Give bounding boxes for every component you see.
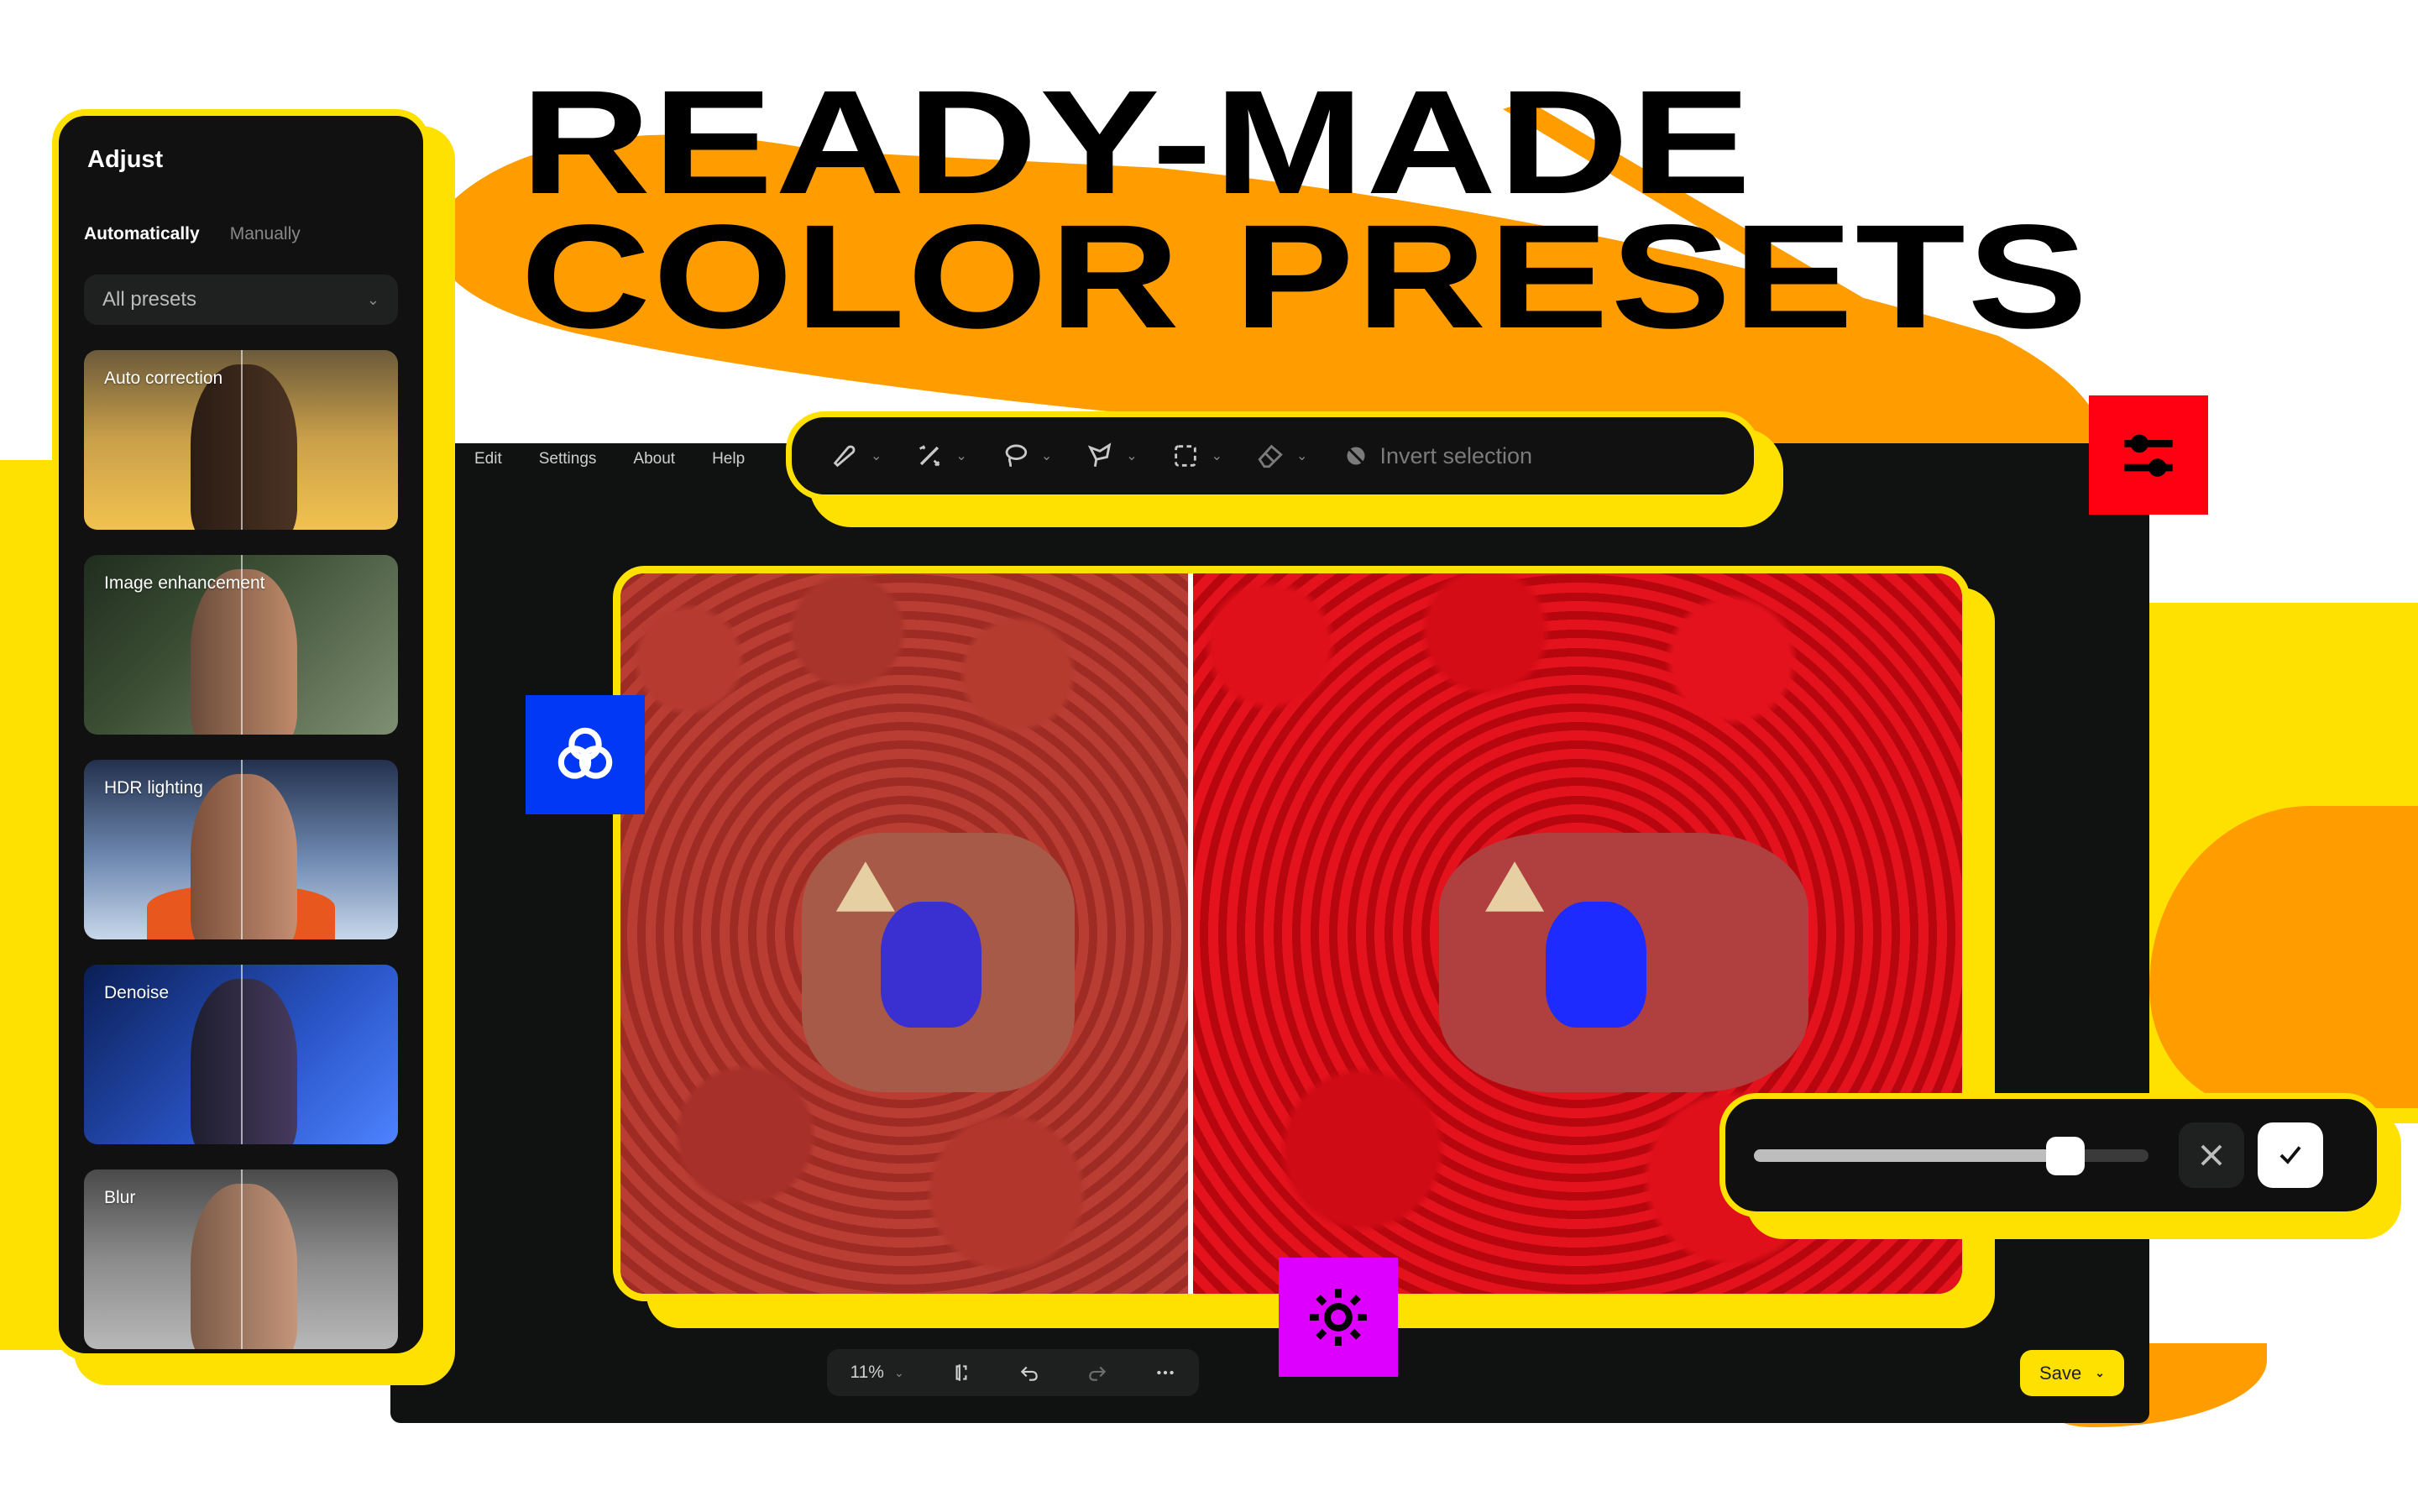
preset-label: Auto correction — [104, 369, 223, 388]
selection-toolbar: ⌄ ⌄ ⌄ ⌄ ⌄ ⌄ Invert selection — [786, 411, 1760, 500]
preset-card-auto-correction[interactable]: Auto correction — [84, 350, 398, 530]
headline-line-2: COLOR PRESETS — [521, 195, 2091, 359]
tab-automatically[interactable]: Automatically — [84, 224, 200, 244]
chevron-down-icon: ⌄ — [1296, 449, 1308, 463]
preset-label: Image enhancement — [104, 573, 265, 593]
chevron-down-icon: ⌄ — [1126, 449, 1138, 463]
chevron-down-icon: ⌄ — [1211, 449, 1223, 463]
invert-selection-button[interactable]: Invert selection — [1344, 443, 1532, 469]
person-figure — [1485, 861, 1685, 1063]
mode-tabs: Automatically Manually — [84, 224, 398, 244]
tool-polygon-lasso[interactable]: ⌄ — [1086, 442, 1138, 470]
preset-label: Blur — [104, 1188, 136, 1207]
preset-thumbnail — [191, 1184, 298, 1349]
slider-fill — [1754, 1148, 2066, 1162]
sliders-badge — [2089, 395, 2208, 515]
invert-selection-icon — [1347, 447, 1365, 465]
lasso-icon — [1005, 444, 1027, 468]
preset-list: Auto correction Image enhancement HDR li… — [84, 350, 398, 1349]
preset-label: HDR lighting — [104, 778, 203, 798]
preset-thumbnail — [191, 979, 298, 1144]
preset-card-blur[interactable]: Blur — [84, 1169, 398, 1349]
zoom-value: 11% — [850, 1363, 884, 1382]
tool-brush[interactable]: ⌄ — [830, 442, 882, 470]
eraser-icon — [1258, 444, 1283, 468]
more-icon[interactable] — [1154, 1362, 1176, 1384]
intensity-panel — [1719, 1093, 2383, 1217]
headline: READY-MADE COLOR PRESETS — [521, 60, 2091, 359]
tool-rect-select[interactable]: ⌄ — [1171, 442, 1222, 470]
preset-dropdown[interactable]: All presets ⌄ — [84, 275, 398, 325]
adjust-panel: Adjust Automatically Manually All preset… — [52, 109, 430, 1360]
intensity-slider[interactable] — [1754, 1136, 2148, 1175]
person-figure — [835, 861, 984, 1063]
tab-manually[interactable]: Manually — [230, 224, 301, 244]
preset-label: Denoise — [104, 983, 170, 1002]
preset-card-hdr-lighting[interactable]: HDR lighting — [84, 760, 398, 939]
undo-icon[interactable] — [1018, 1362, 1040, 1384]
apply-button[interactable] — [2258, 1122, 2323, 1188]
chevron-down-icon: ⌄ — [893, 1365, 904, 1379]
preset-dropdown-value: All presets — [102, 288, 197, 311]
menu-item-settings[interactable]: Settings — [539, 450, 597, 468]
tool-eraser[interactable]: ⌄ — [1256, 442, 1307, 470]
preset-thumbnail — [191, 774, 298, 939]
tool-lasso[interactable]: ⌄ — [1001, 442, 1052, 470]
preset-thumbnail — [191, 364, 298, 530]
zoom-dropdown[interactable]: 11% ⌄ — [850, 1363, 903, 1383]
headline-line-1: READY-MADE — [521, 60, 1753, 225]
slider-thumb[interactable] — [2046, 1136, 2086, 1175]
preset-card-denoise[interactable]: Denoise — [84, 965, 398, 1144]
check-icon — [2279, 1146, 2301, 1164]
chevron-down-icon: ⌄ — [955, 449, 967, 463]
polygon-lasso-icon — [1088, 442, 1112, 467]
chevron-down-icon: ⌄ — [366, 290, 379, 308]
sliders-icon — [2124, 434, 2173, 477]
invert-selection-label: Invert selection — [1379, 442, 1533, 468]
redo-icon[interactable] — [1086, 1362, 1108, 1384]
save-label: Save — [2039, 1362, 2082, 1384]
chevron-down-icon: ⌄ — [1040, 449, 1053, 463]
menu-item-edit[interactable]: Edit — [474, 450, 502, 468]
tool-magic-wand[interactable]: ⌄ — [915, 442, 967, 470]
preset-card-image-enhancement[interactable]: Image enhancement — [84, 555, 398, 735]
rect-select-icon — [1174, 445, 1196, 467]
preset-thumbnail — [191, 569, 298, 735]
brush-icon — [833, 445, 856, 468]
menu-item-about[interactable]: About — [633, 450, 675, 468]
compare-icon[interactable] — [950, 1362, 972, 1384]
color-circles-badge — [526, 695, 645, 814]
save-button[interactable]: Save ⌄ — [2020, 1350, 2124, 1396]
color-circles-icon — [557, 727, 613, 779]
menu-bar: Edit Settings About Help — [474, 445, 745, 473]
bottom-bar: 11% ⌄ — [827, 1349, 1199, 1396]
close-icon — [2201, 1144, 2222, 1166]
menu-item-help[interactable]: Help — [712, 450, 745, 468]
brightness-badge — [1279, 1258, 1398, 1377]
cancel-button[interactable] — [2179, 1122, 2244, 1188]
magic-wand-icon — [919, 445, 940, 467]
panel-title: Adjust — [87, 146, 164, 173]
sun-icon — [1309, 1288, 1368, 1347]
chevron-down-icon: ⌄ — [871, 449, 882, 463]
chevron-down-icon: ⌄ — [2095, 1366, 2105, 1379]
photo-before — [620, 573, 1188, 1294]
